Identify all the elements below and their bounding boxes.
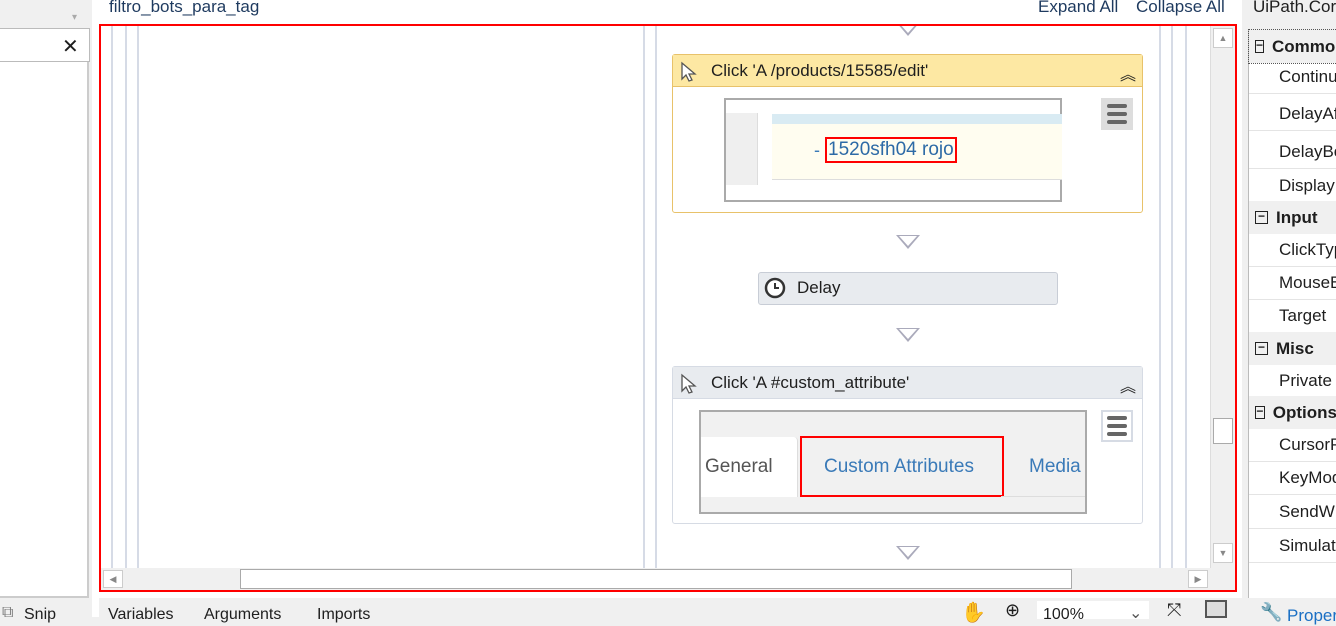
collapse-icon: − — [1255, 38, 1265, 53]
preview-tab: Media — [1029, 456, 1081, 477]
hand-icon[interactable]: ✋ — [961, 600, 986, 625]
property-row[interactable]: KeyMod — [1249, 462, 1336, 495]
tab-imports[interactable]: Imports — [317, 606, 370, 624]
workflow-canvas[interactable]: Click 'A /products/15585/edit' ︽ - 1520s… — [99, 24, 1237, 592]
snip-tab[interactable]: Snip — [24, 606, 56, 624]
property-row[interactable]: ClickTyp — [1249, 234, 1336, 267]
activities-panel: ▾ ✕ ⧉ Snip — [0, 0, 92, 623]
menu-icon[interactable] — [1101, 98, 1133, 130]
zoom-select[interactable]: 100% ⌄ — [1037, 601, 1149, 623]
collapse-icon: − — [1255, 341, 1268, 355]
tab-arguments[interactable]: Arguments — [204, 606, 281, 624]
chevron-down-icon: ⌄ — [1129, 605, 1143, 622]
zoom-icon[interactable]: ⊕ — [1005, 600, 1020, 621]
fit-to-screen-icon[interactable]: ⤧ — [1167, 600, 1181, 621]
property-row[interactable]: Simulat — [1249, 530, 1336, 563]
properties-grid: −Common Continu DelayAf DelayBe Display … — [1248, 29, 1336, 598]
property-row[interactable]: MouseB — [1249, 267, 1336, 300]
vertical-scrollbar[interactable]: ▲ ▼ — [1210, 26, 1235, 568]
dropdown-arrow-icon[interactable]: ▾ — [72, 12, 77, 23]
tab-properties[interactable]: Propert — [1287, 606, 1336, 626]
collapse-icon[interactable]: ︽ — [1120, 61, 1136, 85]
delay-activity[interactable]: Delay — [758, 272, 1058, 305]
collapse-icon: − — [1255, 404, 1265, 419]
flow-arrow-icon — [896, 235, 920, 249]
category-misc[interactable]: − Misc — [1249, 332, 1336, 365]
horizontal-scrollbar[interactable]: ◀ ▶ — [101, 568, 1235, 590]
scrollbar-thumb[interactable] — [1213, 418, 1233, 444]
tab-variables[interactable]: Variables — [108, 606, 174, 624]
flow-arrow-icon — [896, 546, 920, 560]
flow-arrow-icon — [896, 26, 920, 36]
category-options[interactable]: − Options — [1249, 396, 1336, 429]
menu-icon[interactable] — [1101, 410, 1133, 442]
property-row[interactable]: Continu — [1249, 61, 1336, 94]
workflow-title: filtro_bots_para_tag — [109, 0, 260, 16]
property-row[interactable]: +Target — [1249, 300, 1336, 333]
property-row[interactable]: +CursorP — [1249, 429, 1336, 462]
search-input[interactable]: ✕ — [0, 28, 90, 62]
preview-tab: General — [705, 456, 773, 477]
screenshot-preview: General Custom Attributes Media — [699, 410, 1087, 514]
snip-icon: ⧉ — [2, 604, 14, 621]
activity-title: Delay — [797, 278, 841, 297]
property-row[interactable]: DelayBe — [1249, 136, 1336, 169]
category-input[interactable]: − Input — [1249, 201, 1336, 234]
expand-all-button[interactable]: Expand All — [1038, 0, 1118, 17]
cursor-icon — [681, 61, 697, 82]
click-activity[interactable]: Click 'A /products/15585/edit' ︽ - 1520s… — [672, 54, 1143, 213]
wrench-icon: 🔧 — [1260, 602, 1283, 622]
activity-title: Click 'A /products/15585/edit' — [711, 60, 929, 80]
property-row[interactable]: Private — [1249, 365, 1336, 398]
property-row[interactable]: DelayAf — [1249, 98, 1336, 131]
scrollbar-thumb[interactable] — [240, 569, 1072, 589]
properties-title: UiPath.Cor — [1253, 0, 1336, 16]
flow-arrow-icon — [896, 328, 920, 342]
activity-title: Click 'A #custom_attribute' — [711, 372, 910, 392]
clock-icon — [764, 277, 786, 299]
property-row[interactable]: Display — [1249, 170, 1336, 203]
activities-list — [0, 62, 89, 598]
close-icon[interactable]: ✕ — [62, 34, 79, 59]
target-element: Custom Attributes — [824, 456, 974, 477]
collapse-all-button[interactable]: Collapse All — [1136, 0, 1225, 17]
designer-bottom-bar: Variables Arguments Imports ✋ ⊕ 100% ⌄ ⤧ — [99, 598, 1242, 624]
screenshot-preview: - 1520sfh04 rojo — [724, 98, 1062, 202]
collapse-icon[interactable]: ︽ — [1120, 373, 1136, 397]
click-activity[interactable]: Click 'A #custom_attribute' ︽ General Cu… — [672, 366, 1143, 524]
collapse-icon: − — [1255, 210, 1268, 224]
target-element: 1520sfh04 rojo — [825, 137, 957, 163]
reset-zoom-icon[interactable] — [1205, 600, 1227, 618]
property-row[interactable]: SendW — [1249, 496, 1336, 529]
cursor-icon — [681, 373, 697, 394]
category-common[interactable]: −Common — [1248, 29, 1336, 64]
